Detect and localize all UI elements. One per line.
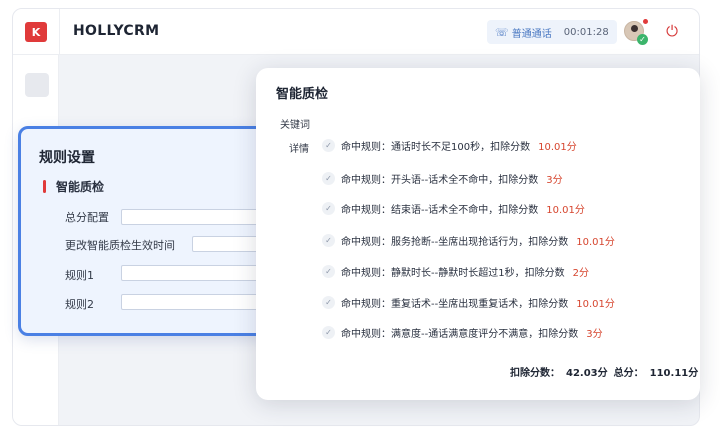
field-label-effective-time: 更改智能质检生效时间 <box>65 239 175 252</box>
total-label: 总分： <box>613 368 644 379</box>
hit-rule-text: 命中规则：结束语--话术全不命中，扣除分数 <box>341 204 539 216</box>
field-label-rule1: 规则1 <box>65 269 94 282</box>
hit-rule-text: 命中规则：开头语--话术全不命中，扣除分数 <box>341 174 539 186</box>
sidebar-item[interactable] <box>25 73 49 97</box>
check-icon: ✓ <box>322 264 335 278</box>
total-value: 110.11分 <box>649 368 699 379</box>
check-icon: ✓ <box>322 325 335 339</box>
hit-rule-text: 命中规则：静默时长--静默时长超过1秒，扣除分数 <box>341 267 565 279</box>
rule-settings-title: 规则设置 <box>39 150 95 166</box>
section-marker <box>43 180 46 193</box>
check-icon: ✓ <box>322 295 335 309</box>
logo: K <box>25 22 47 42</box>
panel-title: 智能质检 <box>276 87 329 102</box>
rule1-input[interactable] <box>121 265 271 281</box>
list-item: ✓ 命中规则：开头语--话术全不命中，扣除分数 3分 <box>322 169 563 187</box>
avatar[interactable]: ✓ <box>624 21 648 45</box>
check-icon: ✓ <box>322 233 335 247</box>
rule2-input[interactable] <box>121 294 271 310</box>
list-item: ✓ 命中规则：重复话术--坐席出现重复话术，扣除分数 10.01分 <box>322 293 615 311</box>
list-item: ✓ 命中规则：满意度--通话满意度评分不满意，扣除分数 3分 <box>322 323 603 341</box>
deducted-label: 扣除分数： <box>510 368 560 379</box>
check-icon: ✓ <box>322 201 335 215</box>
logo-divider <box>59 9 60 55</box>
hit-score: 10.01分 <box>576 298 615 310</box>
app-title: HOLLYCRM <box>73 23 160 39</box>
notification-dot <box>643 19 648 24</box>
hit-score: 2分 <box>572 267 589 279</box>
score-summary: 扣除分数： 42.03分 总分： 110.11分 <box>510 364 704 379</box>
hit-score: 10.01分 <box>576 236 615 248</box>
rule-settings-card: 规则设置 智能质检 总分配置 更改智能质检生效时间 规则1 规则2 <box>18 126 288 336</box>
hit-rule-text: 命中规则：服务抢断--坐席出现抢话行为，扣除分数 <box>341 236 569 248</box>
field-label-rule2: 规则2 <box>65 298 94 311</box>
hit-score: 10.01分 <box>546 204 585 216</box>
quality-check-panel: 智能质检 关键词 详情 ✓ 命中规则：通话时长不足100秒，扣除分数 10.01… <box>256 68 700 400</box>
call-timer: 00:01:28 <box>563 26 609 38</box>
top-bar: K HOLLYCRM ☏ 普通通话 00:01:28 ✓ ⏻ <box>13 9 699 55</box>
hit-score: 10.01分 <box>538 141 577 153</box>
field-label-total: 总分配置 <box>65 211 109 224</box>
section-heading: 智能质检 <box>43 178 104 195</box>
hit-score: 3分 <box>546 174 563 186</box>
phone-icon: ☏ <box>495 25 509 39</box>
check-icon: ✓ <box>322 171 335 185</box>
hit-rule-text: 命中规则：满意度--通话满意度评分不满意，扣除分数 <box>341 328 579 340</box>
list-item: ✓ 命中规则：通话时长不足100秒，扣除分数 10.01分 <box>322 136 577 154</box>
list-item: ✓ 命中规则：结束语--话术全不命中，扣除分数 10.01分 <box>322 199 585 217</box>
hit-rule-text: 命中规则：重复话术--坐席出现重复话术，扣除分数 <box>341 298 569 310</box>
detail-label: 详情 <box>289 144 309 155</box>
deducted-value: 42.03分 <box>566 368 608 379</box>
hit-rule-text: 命中规则：通话时长不足100秒，扣除分数 <box>341 141 531 153</box>
online-check-icon: ✓ <box>637 34 648 45</box>
total-score-input[interactable] <box>121 209 271 225</box>
call-type: 普通通话 <box>511 28 552 40</box>
section-heading-text: 智能质检 <box>56 180 105 194</box>
hit-score: 3分 <box>586 328 603 340</box>
list-item: ✓ 命中规则：静默时长--静默时长超过1秒，扣除分数 2分 <box>322 262 589 280</box>
avatar-head <box>631 25 638 32</box>
call-status[interactable]: ☏ 普通通话 00:01:28 <box>487 20 617 44</box>
check-icon: ✓ <box>322 138 335 152</box>
keyword-label: 关键词 <box>280 120 310 131</box>
list-item: ✓ 命中规则：服务抢断--坐席出现抢话行为，扣除分数 10.01分 <box>322 231 615 249</box>
power-icon[interactable]: ⏻ <box>663 22 681 40</box>
